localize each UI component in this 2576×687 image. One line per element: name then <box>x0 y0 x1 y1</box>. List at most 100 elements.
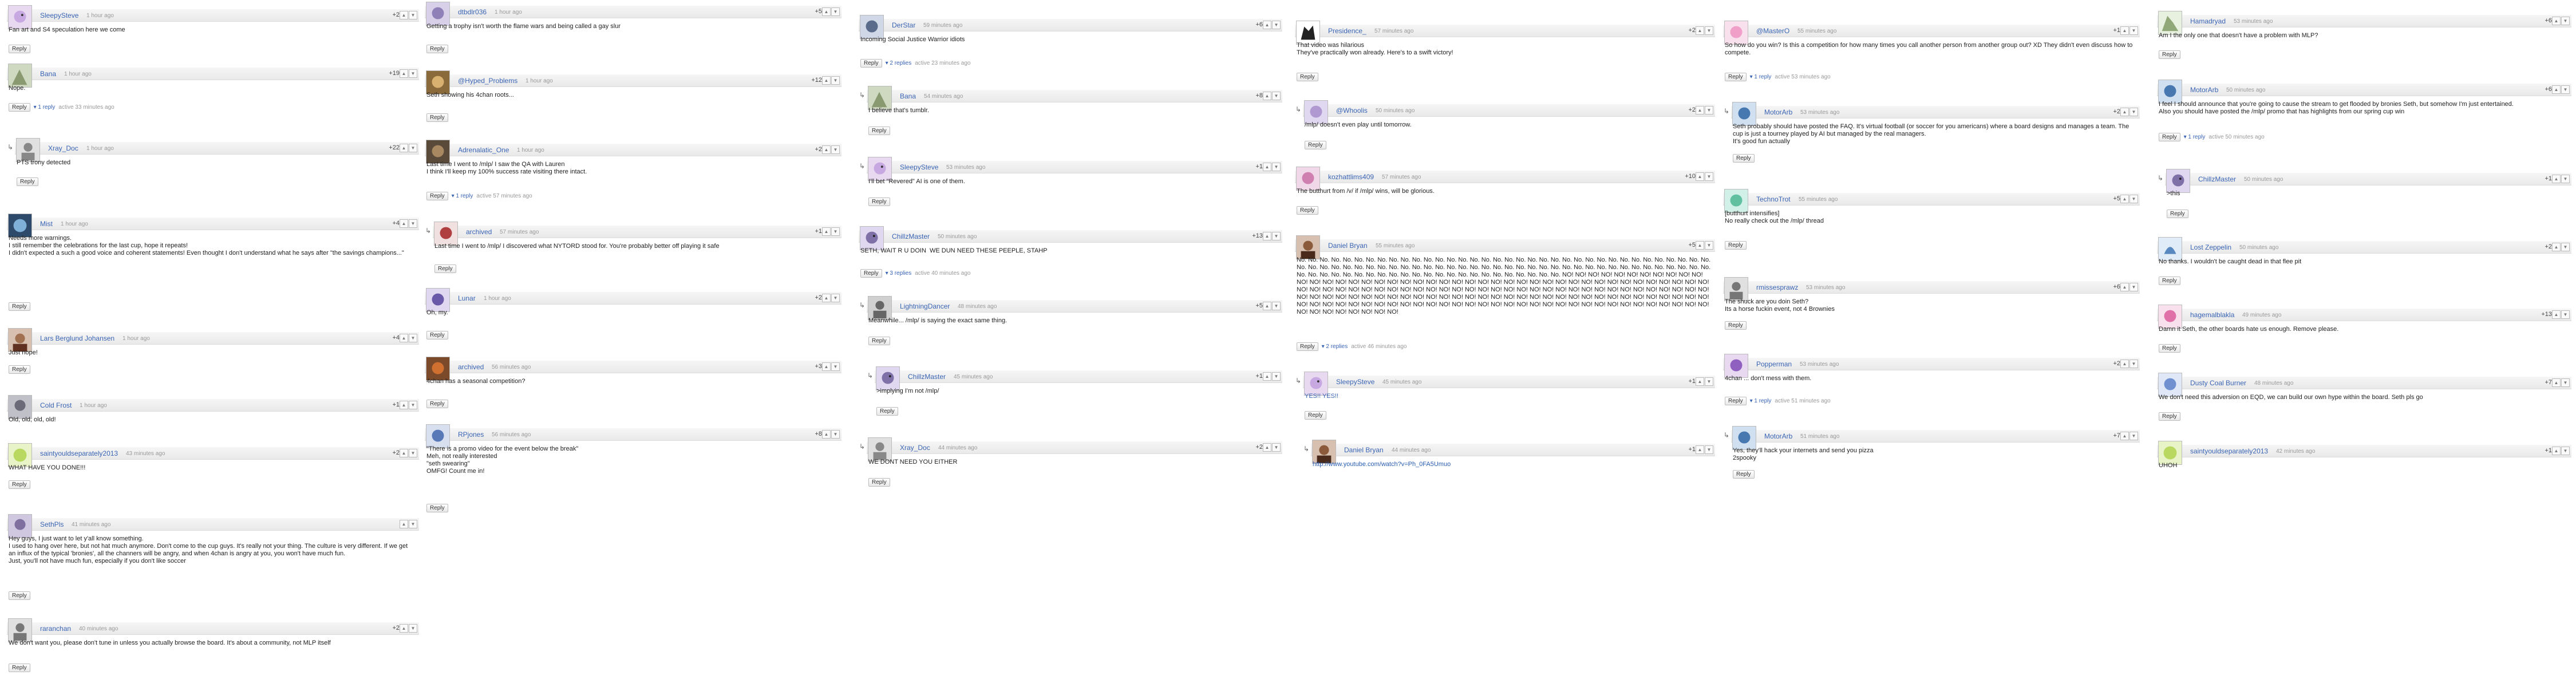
avatar[interactable] <box>2158 11 2182 35</box>
avatar[interactable] <box>876 366 900 390</box>
upvote-icon[interactable]: ▲ <box>2552 17 2561 25</box>
reply-button[interactable]: Reply <box>868 337 890 345</box>
avatar[interactable] <box>1304 372 1328 396</box>
avatar[interactable] <box>426 2 450 26</box>
username[interactable]: kozhattlims409 <box>1328 173 1374 181</box>
avatar[interactable] <box>868 157 892 181</box>
downvote-icon[interactable]: ▼ <box>1705 377 1713 386</box>
comment-link[interactable]: http://www.youtube.com/watch?v=Ph_0FA5Um… <box>1313 461 1712 468</box>
upvote-icon[interactable]: ▲ <box>1263 302 1271 310</box>
downvote-icon[interactable]: ▼ <box>409 11 417 19</box>
upvote-icon[interactable]: ▲ <box>2552 310 2561 319</box>
downvote-icon[interactable]: ▼ <box>831 76 840 85</box>
reply-button[interactable]: Reply <box>426 113 448 122</box>
username[interactable]: dtbdlr036 <box>458 8 487 16</box>
upvote-icon[interactable]: ▲ <box>2120 26 2129 35</box>
downvote-icon[interactable]: ▼ <box>1272 92 1281 100</box>
downvote-icon[interactable]: ▼ <box>1705 445 1713 454</box>
reply-button[interactable]: Reply <box>1733 470 1755 479</box>
username[interactable]: Popperman <box>1756 360 1792 368</box>
downvote-icon[interactable]: ▼ <box>2129 195 2138 203</box>
avatar[interactable] <box>426 140 450 164</box>
reply-button[interactable]: Reply <box>860 269 882 278</box>
username[interactable]: Adrenalatic_One <box>458 146 509 154</box>
avatar[interactable] <box>426 424 450 448</box>
replies-toggle[interactable]: ▾ 3 replies <box>886 270 912 277</box>
username[interactable]: DerStar <box>892 21 915 29</box>
upvote-icon[interactable]: ▲ <box>822 7 831 16</box>
upvote-icon[interactable]: ▲ <box>2552 243 2561 251</box>
username[interactable]: Lunar <box>458 294 476 302</box>
upvote-icon[interactable]: ▲ <box>1696 172 1704 181</box>
avatar[interactable] <box>2158 373 2182 397</box>
downvote-icon[interactable]: ▼ <box>1272 443 1281 452</box>
downvote-icon[interactable]: ▼ <box>409 69 417 78</box>
username[interactable]: SleepySteve <box>40 11 78 19</box>
upvote-icon[interactable]: ▲ <box>400 11 408 19</box>
avatar[interactable] <box>860 15 884 39</box>
upvote-icon[interactable]: ▲ <box>2552 85 2561 94</box>
username[interactable]: ChillzMaster <box>908 373 946 381</box>
upvote-icon[interactable]: ▲ <box>822 227 831 236</box>
username[interactable]: ChillzMaster <box>892 232 930 240</box>
upvote-icon[interactable]: ▲ <box>2120 432 2129 440</box>
avatar[interactable] <box>8 328 32 352</box>
upvote-icon[interactable]: ▲ <box>2552 175 2561 183</box>
reply-button[interactable]: Reply <box>426 192 448 200</box>
replies-toggle[interactable]: ▾ 1 reply <box>1750 74 1772 80</box>
reply-button[interactable]: Reply <box>876 407 898 416</box>
upvote-icon[interactable]: ▲ <box>400 520 408 528</box>
upvote-icon[interactable]: ▲ <box>2552 378 2561 387</box>
avatar[interactable] <box>1724 277 1748 301</box>
downvote-icon[interactable]: ▼ <box>1272 21 1281 29</box>
upvote-icon[interactable]: ▲ <box>1263 443 1271 452</box>
username[interactable]: RPjones <box>458 431 484 439</box>
upvote-icon[interactable]: ▲ <box>400 401 408 409</box>
username[interactable]: raranchan <box>40 625 71 633</box>
reply-button[interactable]: Reply <box>860 59 882 68</box>
upvote-icon[interactable]: ▲ <box>2120 195 2129 203</box>
avatar[interactable] <box>8 514 32 538</box>
upvote-icon[interactable]: ▲ <box>1696 445 1704 454</box>
reply-button[interactable]: Reply <box>2167 210 2188 218</box>
username[interactable]: SleepySteve <box>1336 378 1374 386</box>
username[interactable]: archived <box>458 363 484 371</box>
username[interactable]: TechnoTrot <box>1756 195 1791 203</box>
username[interactable]: hagemalblakla <box>2190 311 2234 319</box>
upvote-icon[interactable]: ▲ <box>2120 283 2129 291</box>
avatar[interactable] <box>1732 426 1756 450</box>
username[interactable]: saintyouldseparately2013 <box>40 449 118 457</box>
downvote-icon[interactable]: ▼ <box>1705 241 1713 250</box>
avatar[interactable] <box>1296 167 1320 191</box>
avatar[interactable] <box>1724 354 1748 378</box>
upvote-icon[interactable]: ▲ <box>822 294 831 302</box>
reply-button[interactable]: Reply <box>1725 73 1747 81</box>
upvote-icon[interactable]: ▲ <box>1696 26 1704 35</box>
upvote-icon[interactable]: ▲ <box>1696 106 1704 114</box>
avatar[interactable] <box>868 296 892 320</box>
upvote-icon[interactable]: ▲ <box>400 219 408 228</box>
downvote-icon[interactable]: ▼ <box>409 401 417 409</box>
avatar[interactable] <box>1312 440 1336 464</box>
downvote-icon[interactable]: ▼ <box>2561 175 2570 183</box>
downvote-icon[interactable]: ▼ <box>1272 302 1281 310</box>
avatar[interactable] <box>2158 305 2182 329</box>
downvote-icon[interactable]: ▼ <box>2129 108 2138 116</box>
username[interactable]: MotorArb <box>2190 86 2218 94</box>
username[interactable]: Xray_Doc <box>900 444 930 452</box>
upvote-icon[interactable]: ▲ <box>1263 21 1271 29</box>
username[interactable]: SleepySteve <box>900 163 938 171</box>
downvote-icon[interactable]: ▼ <box>2129 360 2138 368</box>
reply-button[interactable]: Reply <box>9 365 30 374</box>
reply-button[interactable]: Reply <box>426 504 448 512</box>
downvote-icon[interactable]: ▼ <box>2129 26 2138 35</box>
reply-button[interactable]: Reply <box>1725 321 1747 330</box>
reply-button[interactable]: Reply <box>426 400 448 408</box>
username[interactable]: Xray_Doc <box>48 144 78 152</box>
downvote-icon[interactable]: ▼ <box>2129 432 2138 440</box>
username[interactable]: LightningDancer <box>900 302 950 310</box>
upvote-icon[interactable]: ▲ <box>822 430 831 439</box>
downvote-icon[interactable]: ▼ <box>409 144 417 152</box>
avatar[interactable] <box>8 5 32 29</box>
downvote-icon[interactable]: ▼ <box>409 520 417 528</box>
